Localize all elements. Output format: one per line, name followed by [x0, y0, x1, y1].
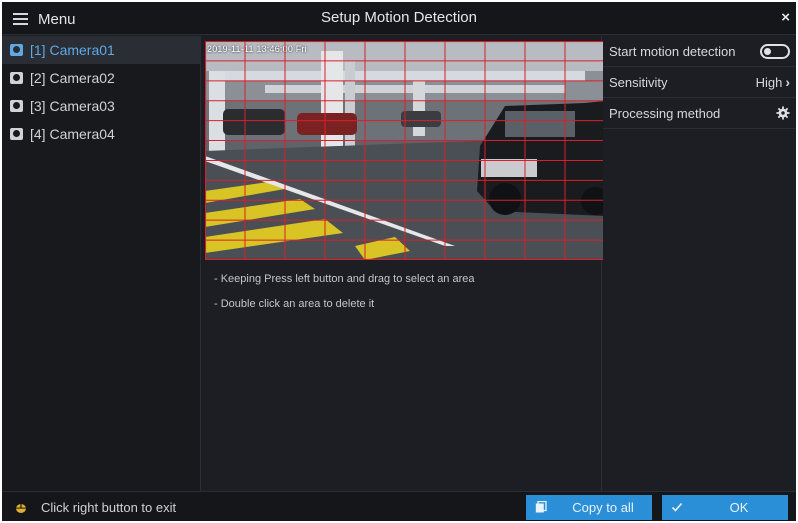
sensitivity-label: Sensitivity	[609, 74, 668, 90]
exit-hint: Click right button to exit	[15, 500, 176, 515]
camera-preview: 2019-11-11 13:46:00 Fri	[205, 41, 605, 260]
check-icon	[671, 502, 683, 512]
camera-icon	[10, 128, 23, 140]
mouse-icon	[16, 503, 26, 513]
camera-label: [3] Camera03	[30, 98, 115, 114]
motion-detection-window: Menu Setup Motion Detection × [1] Camera…	[2, 2, 796, 521]
start-motion-detection-row: Start motion detection	[603, 36, 796, 67]
motion-grid[interactable]	[205, 41, 605, 260]
window-title: Setup Motion Detection	[321, 9, 477, 26]
camera-item-3[interactable]: [3] Camera03	[2, 92, 200, 120]
chevron-right-icon: ›	[785, 74, 790, 90]
camera-label: [2] Camera02	[30, 70, 115, 86]
copy-to-all-button[interactable]: Copy to all	[526, 495, 652, 520]
camera-icon	[10, 100, 23, 112]
camera-item-4[interactable]: [4] Camera04	[2, 120, 200, 148]
ok-button[interactable]: OK	[662, 495, 788, 520]
sensitivity-selector[interactable]: High ›	[756, 74, 790, 90]
processing-method-row: Processing method	[603, 98, 796, 129]
processing-method-label: Processing method	[609, 105, 721, 121]
sensitivity-value: High	[755, 74, 783, 90]
gear-icon[interactable]	[776, 106, 790, 120]
camera-icon	[10, 44, 23, 56]
camera-label: [1] Camera01	[30, 42, 115, 58]
preview-panel: 2019-11-11 13:46:00 Fri - Keeping Press …	[202, 36, 605, 491]
start-motion-detection-label: Start motion detection	[609, 43, 736, 59]
sensitivity-row: Sensitivity High ›	[603, 67, 796, 98]
close-icon[interactable]: ×	[781, 9, 790, 26]
camera-item-1[interactable]: [1] Camera01	[2, 36, 200, 64]
footer-bar: Click right button to exit Copy to all O…	[2, 491, 796, 521]
copy-icon	[535, 501, 547, 513]
settings-panel: Start motion detection Sensitivity High …	[603, 36, 796, 491]
hint-delete: - Double click an area to delete it	[214, 298, 375, 310]
title-bar: Menu Setup Motion Detection ×	[2, 2, 796, 35]
camera-icon	[10, 72, 23, 84]
hint-drag: - Keeping Press left button and drag to …	[214, 273, 475, 285]
exit-hint-text: Click right button to exit	[41, 500, 177, 515]
start-motion-detection-toggle[interactable]	[760, 43, 790, 59]
camera-item-2[interactable]: [2] Camera02	[2, 64, 200, 92]
camera-label: [4] Camera04	[30, 126, 115, 142]
camera-list: [1] Camera01 [2] Camera02 [3] Camera03 […	[2, 36, 201, 491]
